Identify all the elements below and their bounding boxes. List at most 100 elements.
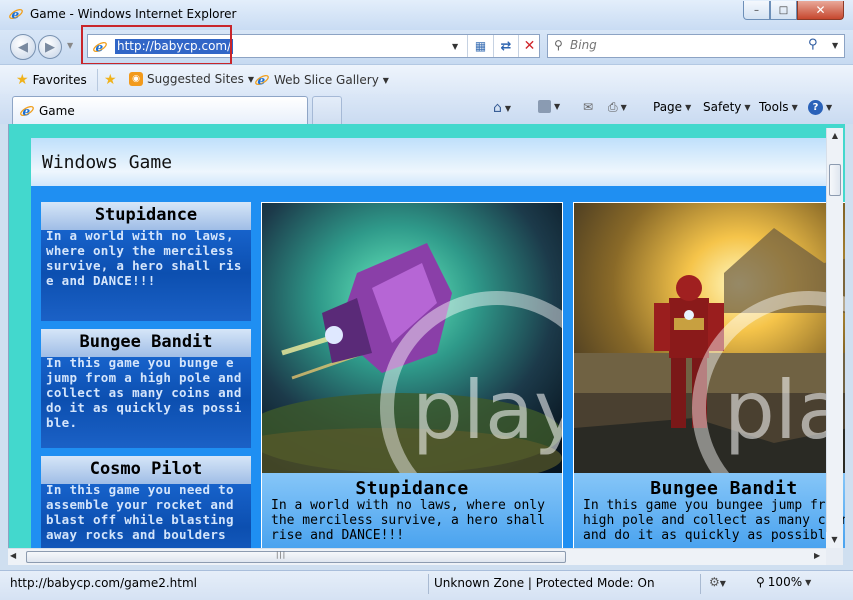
page-menu[interactable]: Page ▼ — [653, 100, 691, 114]
help-icon: ? — [808, 100, 823, 115]
mail-icon: ✉ — [583, 100, 594, 114]
suggested-sites-icon: ◉ — [129, 72, 143, 86]
scroll-down-arrow-icon[interactable]: ▼ — [826, 532, 843, 548]
web-slice-label: Web Slice Gallery — [274, 73, 379, 87]
page-title: Windows Game — [42, 152, 173, 173]
chevron-down-icon: ▼ — [620, 103, 627, 112]
svg-text:e: e — [12, 8, 20, 22]
suggested-sites-button[interactable]: ◉ Suggested Sites ▼ — [129, 72, 254, 86]
search-input[interactable] — [570, 38, 790, 52]
command-bar: e Game ⌂ ▼ ▼ ✉ ⎙ ▼ Page ▼ Safety ▼ Tools ▼ ? ▼ — [0, 94, 853, 124]
stop-button[interactable]: ✕ — [518, 35, 540, 57]
web-slice-gallery-button[interactable]: e Web Slice Gallery ▼ — [254, 72, 389, 88]
card-title: Stupidance — [355, 478, 469, 499]
home-icon: ⌂ — [493, 100, 502, 116]
close-button[interactable]: ✕ — [797, 1, 844, 20]
card-desc-line: high pole and collect as many coins — [583, 513, 845, 528]
page-menu-label: Page — [653, 100, 683, 114]
card-desc-line: the merciless survive, a hero shall — [271, 513, 545, 528]
chevron-down-icon: ▼ — [685, 102, 692, 112]
arrow-left-icon: ◀ — [18, 39, 28, 55]
sidebar-item-bungee-bandit[interactable]: Bungee Bandit In this game you bunge e j… — [41, 329, 251, 448]
horizontal-scroll-thumb[interactable] — [26, 551, 566, 563]
back-button[interactable]: ◀ — [10, 34, 36, 60]
chevron-down-icon: ▼ — [382, 75, 389, 85]
tools-menu-label: Tools — [759, 100, 789, 114]
horizontal-scrollbar[interactable]: ◀ ||| ▶ — [8, 548, 826, 565]
url-highlight-box — [81, 25, 232, 65]
safety-menu[interactable]: Safety ▼ — [703, 100, 751, 114]
tab-label: Game — [39, 104, 75, 118]
ie-page-icon: e — [255, 74, 269, 88]
help-menu[interactable]: ? ▼ — [808, 100, 832, 115]
stupidance-screenshot[interactable]: play — [262, 203, 562, 473]
tools-menu[interactable]: Tools ▼ — [759, 100, 798, 114]
svg-text:e: e — [23, 105, 31, 119]
sidebar-item-title: Bungee Bandit — [79, 332, 213, 352]
search-go-icon[interactable]: ⚲ — [808, 37, 818, 52]
window-title: Game - Windows Internet Explorer — [30, 7, 237, 21]
card-title: Bungee Bandit — [650, 478, 798, 499]
search-options-dropdown[interactable]: ▼ — [832, 41, 838, 50]
vertical-scrollbar[interactable]: ▲ — [826, 128, 843, 548]
game-card-bungee-bandit[interactable]: play Bungee Bandit In this game you bung… — [573, 202, 845, 548]
zoom-control[interactable]: ⚲ 100% ▼ — [756, 575, 811, 589]
tab-game[interactable]: e Game — [12, 96, 308, 124]
sidebar-item-title: Cosmo Pilot — [89, 459, 203, 479]
search-box[interactable]: ⚲ ⚲ ▼ — [547, 34, 845, 58]
refresh-button[interactable]: ⇄ — [493, 35, 518, 57]
zoom-icon: ⚲ — [756, 575, 765, 589]
favorites-separator — [97, 69, 98, 91]
print-button[interactable]: ⎙ ▼ — [608, 100, 627, 115]
new-tab-button[interactable] — [312, 96, 342, 124]
scroll-right-arrow-icon[interactable]: ▶ — [814, 551, 820, 560]
chevron-down-icon: ▼ — [504, 103, 512, 113]
page-header: Windows Game — [31, 138, 827, 186]
home-button[interactable]: ⌂ ▼ — [493, 100, 511, 116]
rss-feed-icon — [538, 100, 551, 113]
protected-mode-icon[interactable]: ⚙▼ — [709, 575, 726, 589]
card-desc: In a world with no laws, where only the … — [271, 498, 561, 543]
ie-logo-icon: e — [9, 8, 23, 22]
game-card-stupidance[interactable]: play Stupidance In a world with no laws,… — [261, 202, 563, 548]
forward-button[interactable]: ▶ — [38, 35, 62, 59]
card-footer: Bungee Bandit In this game you bungee ju… — [574, 473, 845, 548]
bungee-bandit-screenshot[interactable]: play — [574, 203, 845, 473]
card-desc: In this game you bungee jump from a high… — [583, 498, 845, 543]
minimize-button[interactable]: – — [743, 1, 770, 20]
scroll-left-arrow-icon[interactable]: ◀ — [10, 551, 16, 560]
chevron-down-icon: ▼ — [744, 102, 751, 112]
compatibility-view-icon[interactable]: ▦ — [467, 35, 493, 57]
play-overlay: play — [412, 364, 562, 457]
card-desc-line: In this game you bungee jump from a — [583, 498, 845, 513]
zoom-level: 100% — [767, 575, 803, 589]
sidebar-item-desc: In this game you need to assemble your r… — [46, 482, 234, 542]
address-dropdown[interactable]: ▼ — [452, 42, 458, 51]
status-url: http://babycp.com/game2.html — [10, 576, 197, 590]
sidebar-item-cosmo-pilot[interactable]: Cosmo Pilot In this game you need to ass… — [41, 456, 251, 548]
ie-page-icon: e — [20, 105, 34, 119]
status-divider — [428, 574, 429, 594]
read-mail-button[interactable]: ✉ — [583, 100, 593, 114]
add-to-favorites-button[interactable]: ★ — [104, 72, 117, 88]
sidebar-item-desc: In this game you bunge e jump from a hig… — [46, 355, 242, 430]
game-page: Windows Game Stupidance In a world with … — [31, 138, 845, 548]
sidebar-item-title: Stupidance — [94, 205, 198, 225]
sidebar-item-desc: In a world with no laws, where only the … — [46, 228, 242, 288]
maximize-button[interactable]: □ — [770, 1, 797, 20]
favorites-label: Favorites — [32, 73, 87, 87]
status-zone: Unknown Zone | Protected Mode: On — [434, 576, 655, 590]
suggested-sites-label: Suggested Sites — [147, 72, 244, 86]
sidebar-item-stupidance[interactable]: Stupidance In a world with no laws, wher… — [41, 202, 251, 321]
search-provider-icon: ⚲ — [554, 38, 563, 52]
recent-pages-dropdown[interactable]: ▼ — [67, 41, 73, 50]
favorites-button[interactable]: ★ Favorites — [16, 72, 87, 88]
chevron-down-icon: ▼ — [554, 102, 561, 111]
card-footer: Stupidance In a world with no laws, wher… — [262, 473, 562, 548]
printer-icon: ⎙ — [608, 100, 618, 114]
vertical-scroll-thumb[interactable] — [829, 164, 841, 196]
scroll-up-arrow-icon[interactable]: ▲ — [827, 128, 843, 144]
favorites-star-icon: ★ — [16, 72, 29, 88]
chevron-down-icon: ▼ — [791, 102, 798, 112]
feeds-button[interactable]: ▼ — [538, 100, 560, 113]
